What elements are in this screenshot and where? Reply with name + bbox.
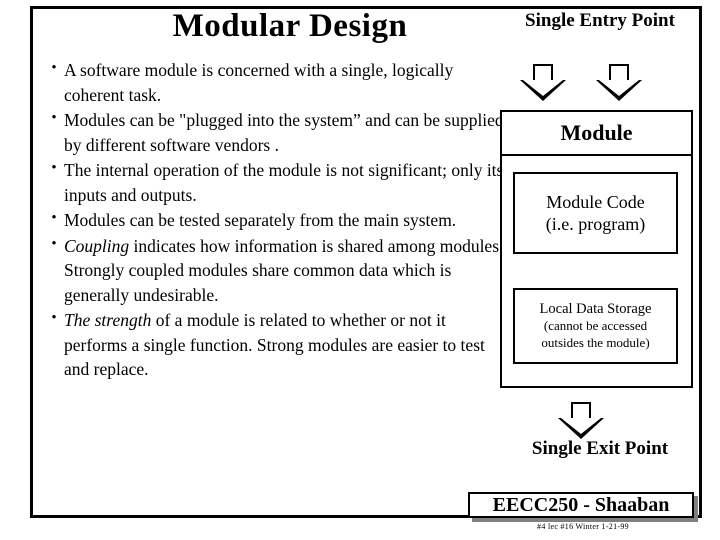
module-label: Module bbox=[502, 112, 691, 156]
module-box: Module Module Code (i.e. program) Local … bbox=[500, 110, 693, 388]
module-code-line1: Module Code bbox=[546, 191, 645, 212]
bullet-text: The internal operation of the module is … bbox=[64, 160, 504, 205]
footer-note: #4 lec #16 Winter 1-21-99 bbox=[537, 522, 629, 531]
slide: Modular Design • A software module is con… bbox=[0, 0, 720, 540]
arrow-down-icon bbox=[520, 64, 566, 102]
arrow-down-icon-exit bbox=[558, 402, 604, 440]
bullet-marker-icon: • bbox=[51, 60, 57, 76]
local-data-storage-note-line1: (cannot be accessed bbox=[543, 318, 648, 334]
single-exit-point-label: Single Exit Point bbox=[531, 438, 669, 459]
bullet-list: • A software module is concerned with a s… bbox=[44, 58, 506, 383]
page-title: Modular Design bbox=[172, 8, 408, 44]
bullet-item: • Modules can be "plugged into the system… bbox=[44, 108, 506, 157]
bullet-marker-icon: • bbox=[51, 210, 57, 226]
arrow-down-icon bbox=[596, 64, 642, 102]
bullet-item: • Coupling indicates how information is s… bbox=[44, 234, 506, 308]
bullet-text: A software module is concerned with a si… bbox=[64, 60, 454, 105]
module-code-box: Module Code (i.e. program) bbox=[513, 172, 678, 254]
bullet-text: Modules can be "plugged into the system”… bbox=[64, 110, 504, 155]
entry-arrows bbox=[500, 64, 700, 106]
bullet-marker-icon: • bbox=[51, 310, 57, 326]
local-data-storage-title: Local Data Storage bbox=[539, 301, 652, 318]
bullet-item: • A software module is concerned with a s… bbox=[44, 58, 506, 107]
local-data-storage-note-line2: outsides the module) bbox=[541, 335, 650, 351]
module-diagram: Single Entry Point Module Module Code (i… bbox=[500, 6, 700, 476]
bullet-text: The strength of a module is related to w… bbox=[64, 310, 485, 379]
bullet-marker-icon: • bbox=[51, 160, 57, 176]
bullet-marker-icon: • bbox=[51, 235, 57, 252]
bullet-item: • The strength of a module is related to … bbox=[44, 308, 506, 382]
bullet-text: Coupling indicates how information is sh… bbox=[64, 235, 504, 305]
bullet-item: • Modules can be tested separately from t… bbox=[44, 208, 506, 233]
bullet-text: Modules can be tested separately from th… bbox=[64, 210, 457, 230]
footer-course: EECC250 - Shaaban bbox=[468, 492, 694, 518]
local-data-storage-box: Local Data Storage (cannot be accessed o… bbox=[513, 288, 678, 364]
module-code-line2: (i.e. program) bbox=[545, 214, 646, 234]
single-entry-point-label: Single Entry Point bbox=[525, 10, 675, 31]
bullet-marker-icon: • bbox=[51, 110, 57, 126]
bullet-item: • The internal operation of the module is… bbox=[44, 158, 506, 207]
